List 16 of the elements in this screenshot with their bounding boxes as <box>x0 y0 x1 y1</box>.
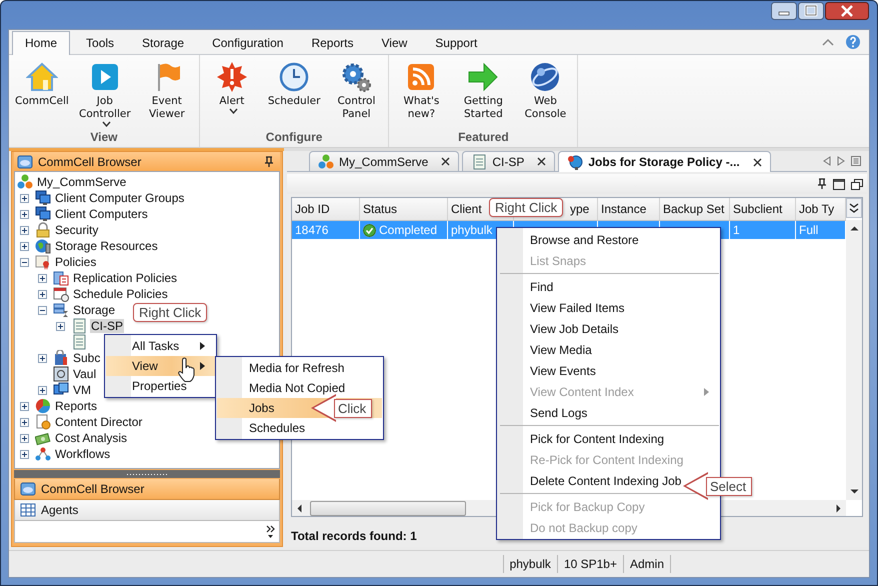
table-cell: phybulk <box>451 223 492 237</box>
group-label: Featured <box>457 129 510 146</box>
table-cell: Full <box>799 223 818 237</box>
status-text: 10 SP1b+ <box>556 555 623 573</box>
group-label: View <box>89 129 118 146</box>
table-cell: 18476 <box>295 223 328 237</box>
status-text: Admin <box>622 555 671 573</box>
group-label: Configure <box>264 129 324 146</box>
table-cell: Completed <box>379 223 438 237</box>
panel-title: CommCell Browser <box>38 154 142 168</box>
callout-tooltip: Select <box>683 472 752 500</box>
callout-tooltip: Right Click <box>489 198 564 217</box>
table-cell: 1 <box>733 223 740 237</box>
status-text: phybulk <box>502 555 557 573</box>
callout-tooltip: Right Click <box>133 303 208 322</box>
record-count: Total records found: 1 <box>291 529 417 543</box>
